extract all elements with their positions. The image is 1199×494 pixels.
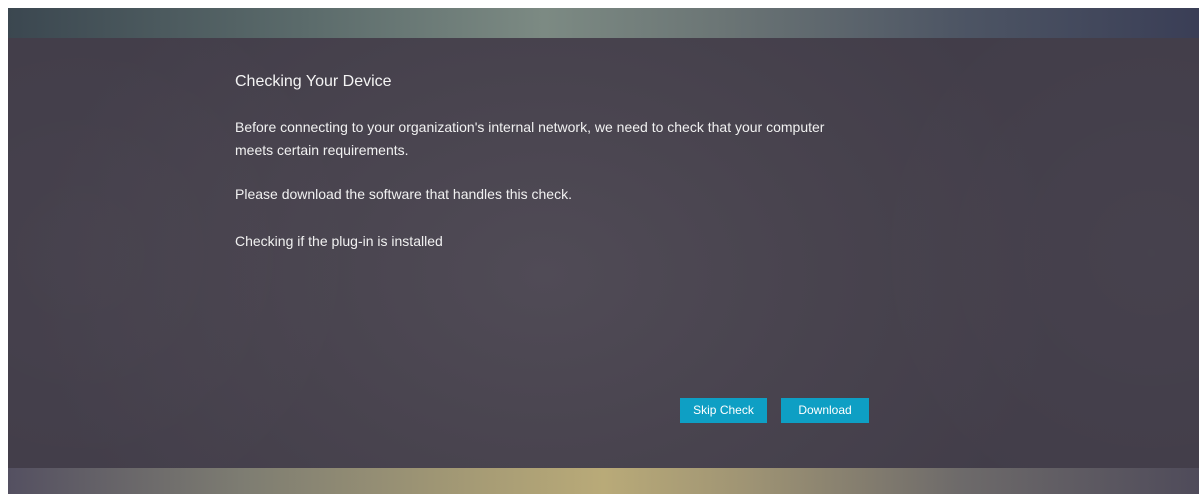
skip-check-button[interactable]: Skip Check [680, 398, 767, 423]
device-check-panel: Checking Your Device Before connecting t… [8, 38, 1199, 468]
download-button[interactable]: Download [781, 398, 869, 423]
device-check-screen: Checking Your Device Before connecting t… [8, 8, 1199, 494]
requirements-description: Before connecting to your organization's… [235, 119, 825, 158]
page-title: Checking Your Device [235, 73, 392, 90]
action-buttons: Skip Check Download [680, 398, 869, 423]
plugin-check-status: Checking if the plug-in is installed [235, 233, 443, 249]
bottom-background-band [8, 468, 1199, 494]
device-check-content: Checking Your Device Before connecting t… [235, 68, 875, 253]
top-background-band [8, 8, 1199, 38]
download-instruction: Please download the software that handle… [235, 186, 572, 202]
